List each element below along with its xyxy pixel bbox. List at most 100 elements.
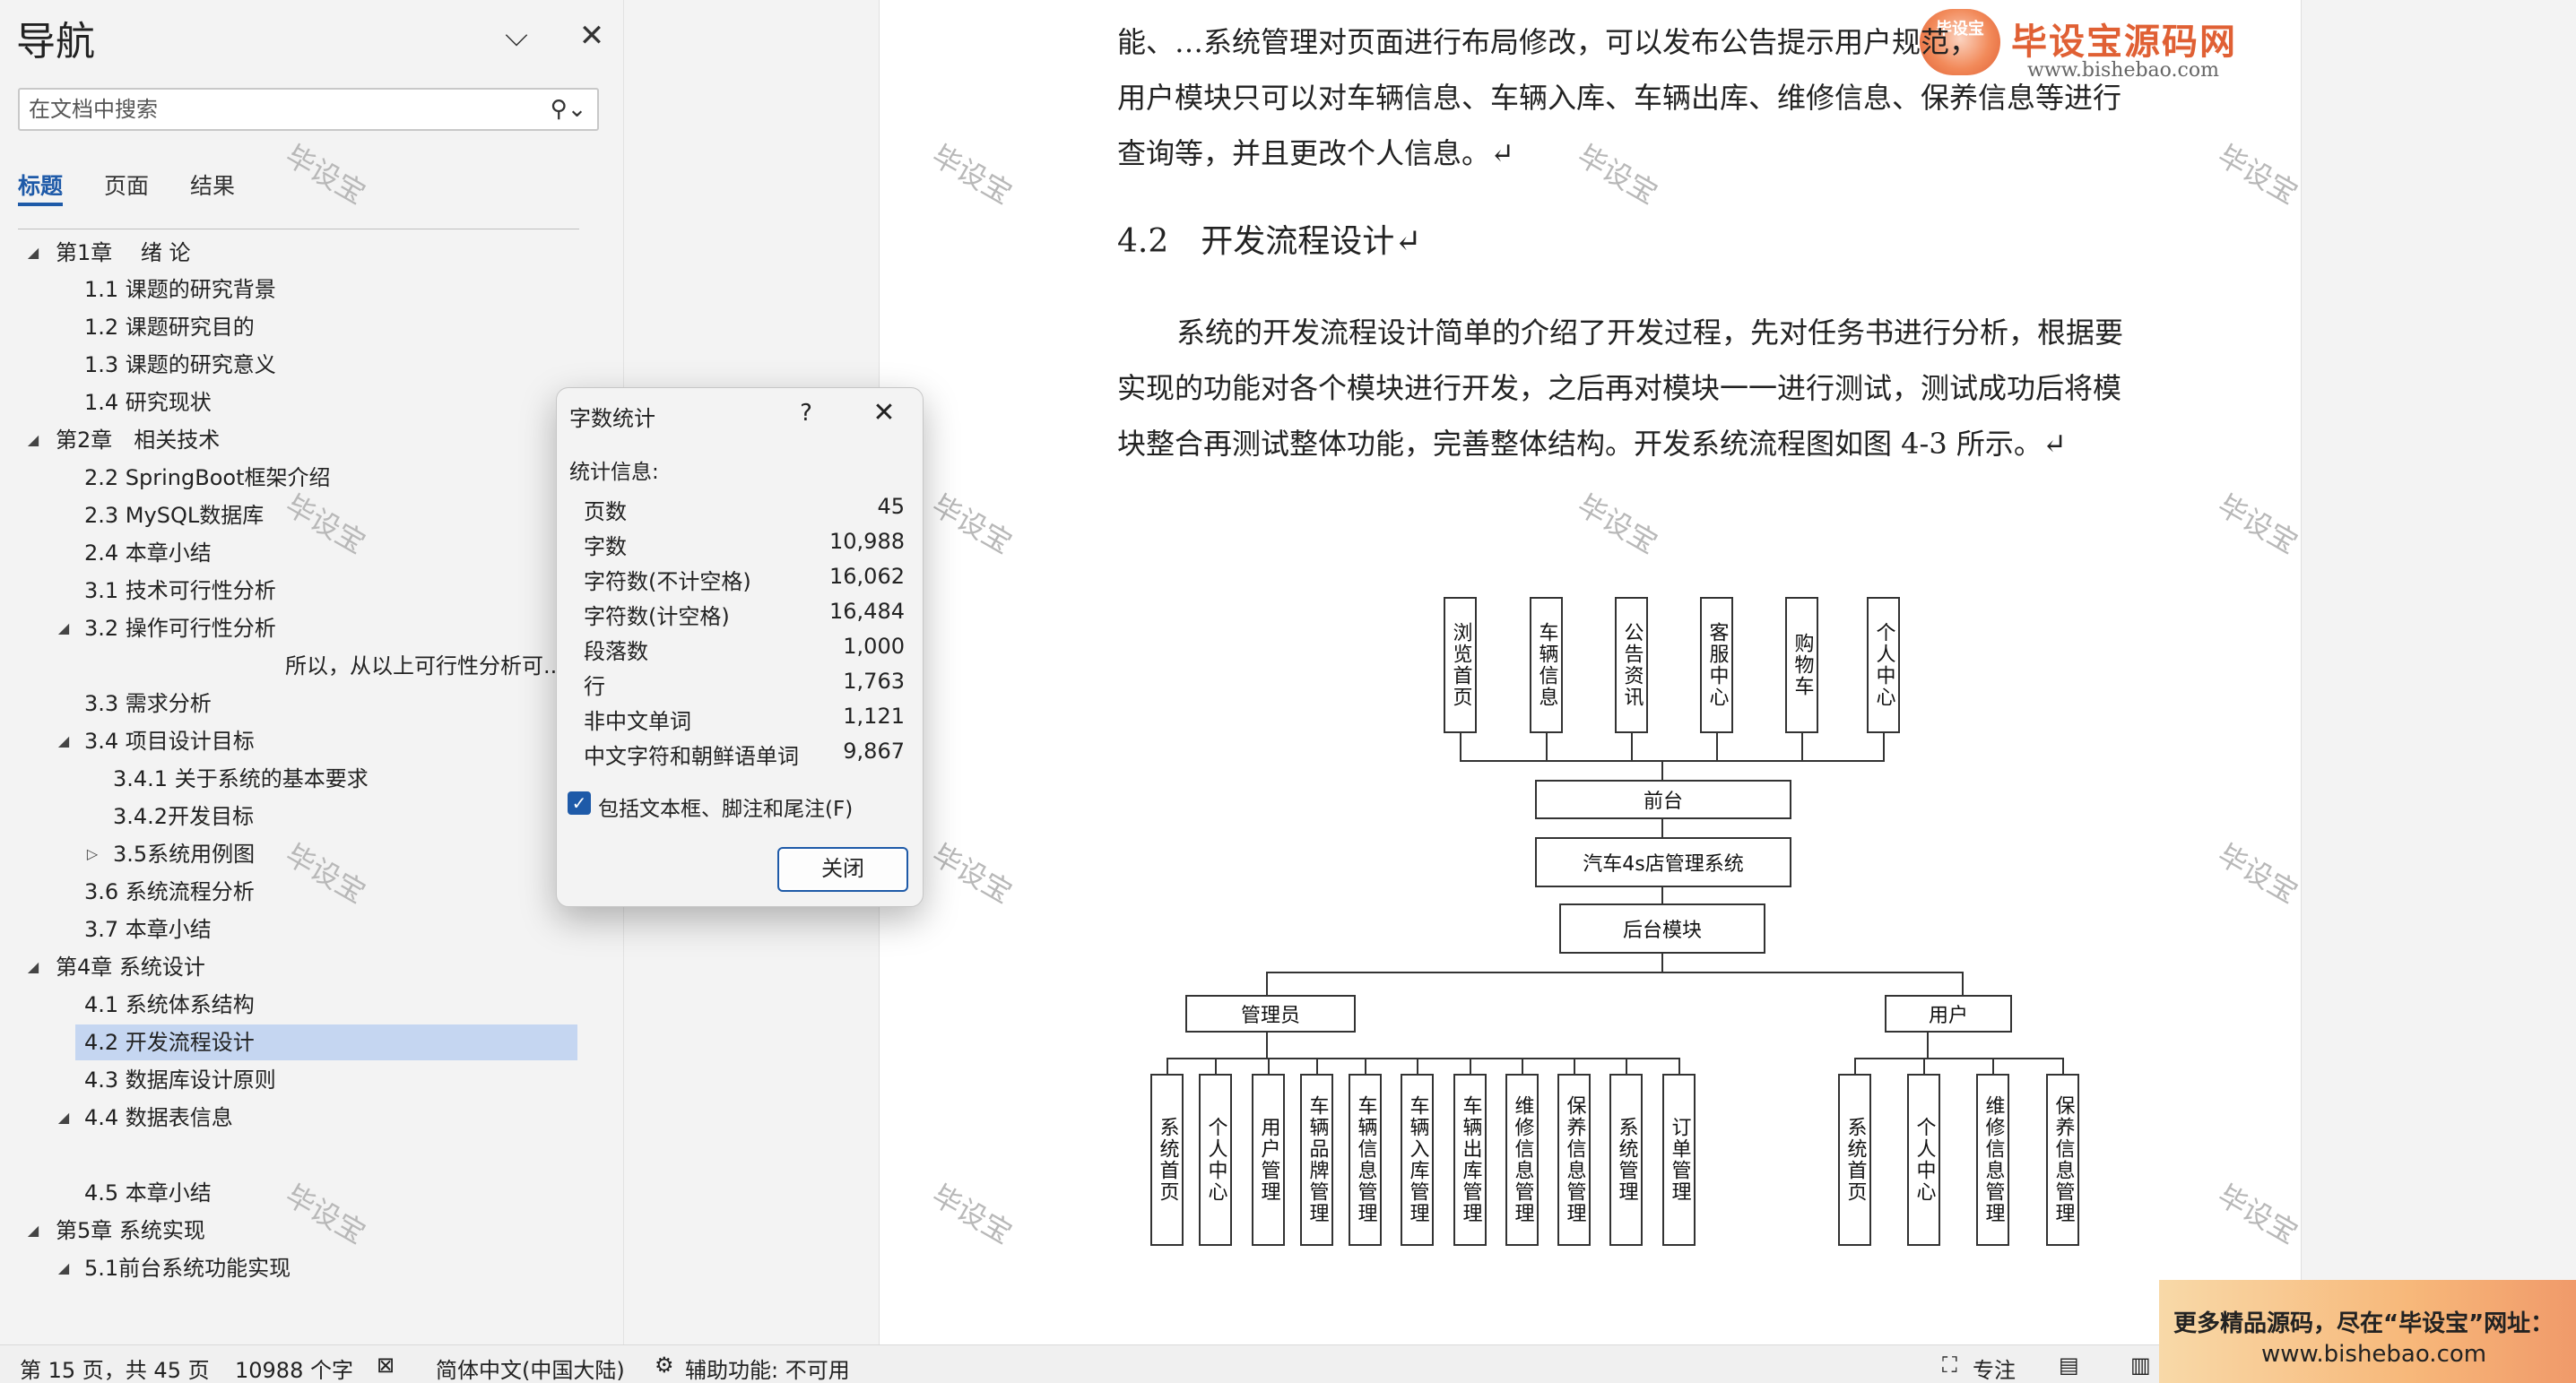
collapse-caret-icon[interactable]: ◢ (54, 723, 74, 759)
nav-search-box[interactable]: ⚲⌄ (18, 88, 599, 131)
stat-row: 段落数 1,000 (584, 634, 905, 668)
print-layout-icon[interactable]: ▥ (2130, 1353, 2151, 1378)
dialog-close-icon[interactable]: ✕ (862, 395, 906, 431)
connector-line (1460, 733, 1461, 762)
nav-close-icon[interactable]: ✕ (570, 14, 613, 57)
module-label: 系统首页 (1843, 1117, 1867, 1203)
module-label: 维修信息管理 (1982, 1095, 2005, 1224)
module-label: 车辆入库管理 (1406, 1095, 1429, 1224)
nav-tree-item[interactable]: 2.4 本章小结 (0, 535, 592, 571)
module-label: 客服中心 (1705, 622, 1729, 708)
stat-label: 段落数 (584, 639, 648, 664)
nav-tree-item[interactable]: ◢ 5.1前台系统功能实现 (0, 1250, 592, 1286)
module-box: 用户管理 (1252, 1074, 1285, 1246)
collapse-caret-icon[interactable]: ◢ (23, 235, 43, 271)
module-label: 车辆信息 (1535, 622, 1558, 708)
nav-tree-item[interactable]: 4.3 数据库设计原则 (0, 1062, 592, 1098)
tab-pages[interactable]: 页面 (104, 169, 149, 201)
stat-value: 1,121 (843, 704, 905, 729)
nav-tree-item[interactable]: ◢ 第4章 系统设计 (0, 949, 592, 985)
collapse-caret-icon[interactable]: ◢ (23, 422, 43, 458)
stat-label: 中文字符和朝鲜语单词 (584, 744, 799, 769)
nav-tree-item[interactable]: 1.1 课题的研究背景 (0, 272, 592, 307)
stat-label: 行 (584, 674, 605, 699)
nav-options-chevron-icon[interactable]: ⌵ (495, 14, 538, 57)
accessibility-icon[interactable]: ⚙ (655, 1353, 674, 1378)
read-mode-icon[interactable]: ▤ (2059, 1353, 2079, 1378)
nav-tree-item[interactable]: ◢ 4.4 数据表信息 (0, 1100, 592, 1136)
collapse-caret-icon[interactable]: ◢ (54, 1100, 74, 1136)
nav-tree-item[interactable]: 3.3 需求分析 (0, 686, 592, 722)
nav-tree-item[interactable]: 4.2 开发流程设计 (75, 1024, 577, 1060)
connector-line (1801, 733, 1803, 762)
module-label: 维修信息管理 (1511, 1095, 1534, 1224)
stat-value: 1,000 (843, 634, 905, 659)
nav-tree-item[interactable]: 3.4.2开发目标 (0, 799, 592, 834)
watermark: 毕设宝 (1571, 138, 1664, 212)
watermark: 毕设宝 (279, 138, 372, 212)
nav-tree-item[interactable]: 3.4.1 关于系统的基本要求 (0, 761, 592, 797)
nav-tree-item-label: 第1章 绪 论 (56, 240, 191, 265)
module-label: 订单管理 (1668, 1117, 1691, 1203)
connector-line (1661, 954, 1663, 973)
connector-line (1522, 1058, 1523, 1074)
body-text-line: 系统的开发流程设计简单的介绍了开发过程，先对任务书进行分析，根据要 (1176, 315, 2124, 350)
nav-tree-item[interactable]: ◢ 第1章 绪 论 (0, 235, 592, 271)
connector-line (1266, 972, 1268, 995)
nav-tree-item[interactable]: 1.3 课题的研究意义 (0, 347, 592, 383)
body-text-line: 用户模块只可以对车辆信息、车辆入库、车辆出库、维修信息、保养信息等进行 (1117, 81, 2122, 115)
collapse-caret-icon[interactable]: ◢ (23, 1213, 43, 1249)
watermark: 毕设宝 (2211, 1178, 2304, 1251)
help-icon[interactable]: ? (788, 395, 824, 431)
watermark: 毕设宝 (2211, 837, 2304, 911)
tab-headings[interactable]: 标题 (18, 169, 63, 201)
ad-url[interactable]: www.bishebao.com (2261, 1341, 2486, 1368)
stat-value: 10,988 (829, 529, 905, 554)
nav-tree-item-label: 3.7 本章小结 (84, 917, 212, 942)
nav-tree-item[interactable]: 3.1 技术可行性分析 (0, 573, 592, 609)
tab-results[interactable]: 结果 (190, 169, 235, 201)
expand-caret-icon[interactable]: ▷ (82, 836, 102, 872)
nav-tree-item[interactable]: 3.6 系统流程分析 (0, 874, 592, 910)
collapse-caret-icon[interactable]: ◢ (54, 1250, 74, 1286)
nav-tree-item-label: 3.2 操作可行性分析 (84, 616, 276, 641)
focus-mode-icon[interactable]: ⛶ (1942, 1353, 1957, 1378)
word-count-status[interactable]: 10988 个字 (235, 1353, 353, 1383)
document-page[interactable]: 毕设宝 毕设宝源码网 www.bishebao.com 能、…系统管理对页面进行… (879, 0, 2303, 1344)
page-count-status[interactable]: 第 15 页，共 45 页 (20, 1353, 210, 1383)
include-textboxes-checkbox[interactable]: ✓ (568, 791, 591, 815)
ad-banner[interactable]: 更多精品源码，尽在“毕设宝”网址： www.bishebao.com (2159, 1280, 2576, 1383)
nav-tree-item[interactable]: 4.1 系统体系结构 (0, 987, 592, 1023)
nav-tree-item-label: 第5章 系统实现 (56, 1218, 205, 1243)
collapse-caret-icon[interactable]: ◢ (54, 610, 74, 646)
connector-line (1626, 1058, 1627, 1074)
accessibility-status[interactable]: 辅助功能: 不可用 (685, 1353, 850, 1383)
collapse-caret-icon[interactable]: ◢ (23, 949, 43, 985)
include-textboxes-label[interactable]: 包括文本框、脚注和尾注(F) (598, 791, 853, 822)
nav-tree-item[interactable]: ◢ 3.2 操作可行性分析 (0, 610, 592, 646)
connector-line (1167, 1058, 1679, 1059)
nav-tree-item[interactable]: 3.7 本章小结 (0, 912, 592, 947)
module-box: 个人中心 (1199, 1074, 1232, 1246)
connector-line (1927, 1033, 1929, 1058)
language-status[interactable]: 简体中文(中国大陆) (436, 1353, 625, 1383)
connector-line (2062, 1058, 2064, 1074)
search-icon[interactable]: ⚲⌄ (549, 95, 588, 124)
close-button[interactable]: 关闭 (777, 847, 908, 892)
nav-search-input[interactable] (29, 95, 549, 124)
nav-tree-item-label: 1.3 课题的研究意义 (84, 352, 276, 377)
body-text-line: 实现的功能对各个模块进行开发，之后再对模块一一进行测试，测试成功后将模 (1117, 371, 2122, 405)
module-label: 保养信息管理 (1563, 1095, 1586, 1224)
nav-tree-item[interactable]: ◢ 3.4 项目设计目标 (0, 723, 592, 759)
connector-line (1215, 1058, 1217, 1074)
nav-tree-item[interactable]: 1.2 课题研究目的 (0, 309, 592, 345)
connector-line (1716, 733, 1718, 762)
nav-tree-item[interactable]: 所以，从以上可行性分析可... (0, 648, 592, 684)
proofing-icon[interactable]: ⊠ (377, 1353, 395, 1378)
nav-tree-item[interactable]: 1.4 研究现状 (0, 385, 592, 420)
module-label: 车辆出库管理 (1459, 1095, 1482, 1224)
nav-tree-item[interactable]: ◢ 第2章 相关技术 (0, 422, 592, 458)
nav-tree-item-label: 第2章 相关技术 (56, 428, 221, 453)
statistics-header: 统计信息: (569, 461, 659, 484)
focus-mode-label[interactable]: 专注 (1973, 1353, 2016, 1383)
